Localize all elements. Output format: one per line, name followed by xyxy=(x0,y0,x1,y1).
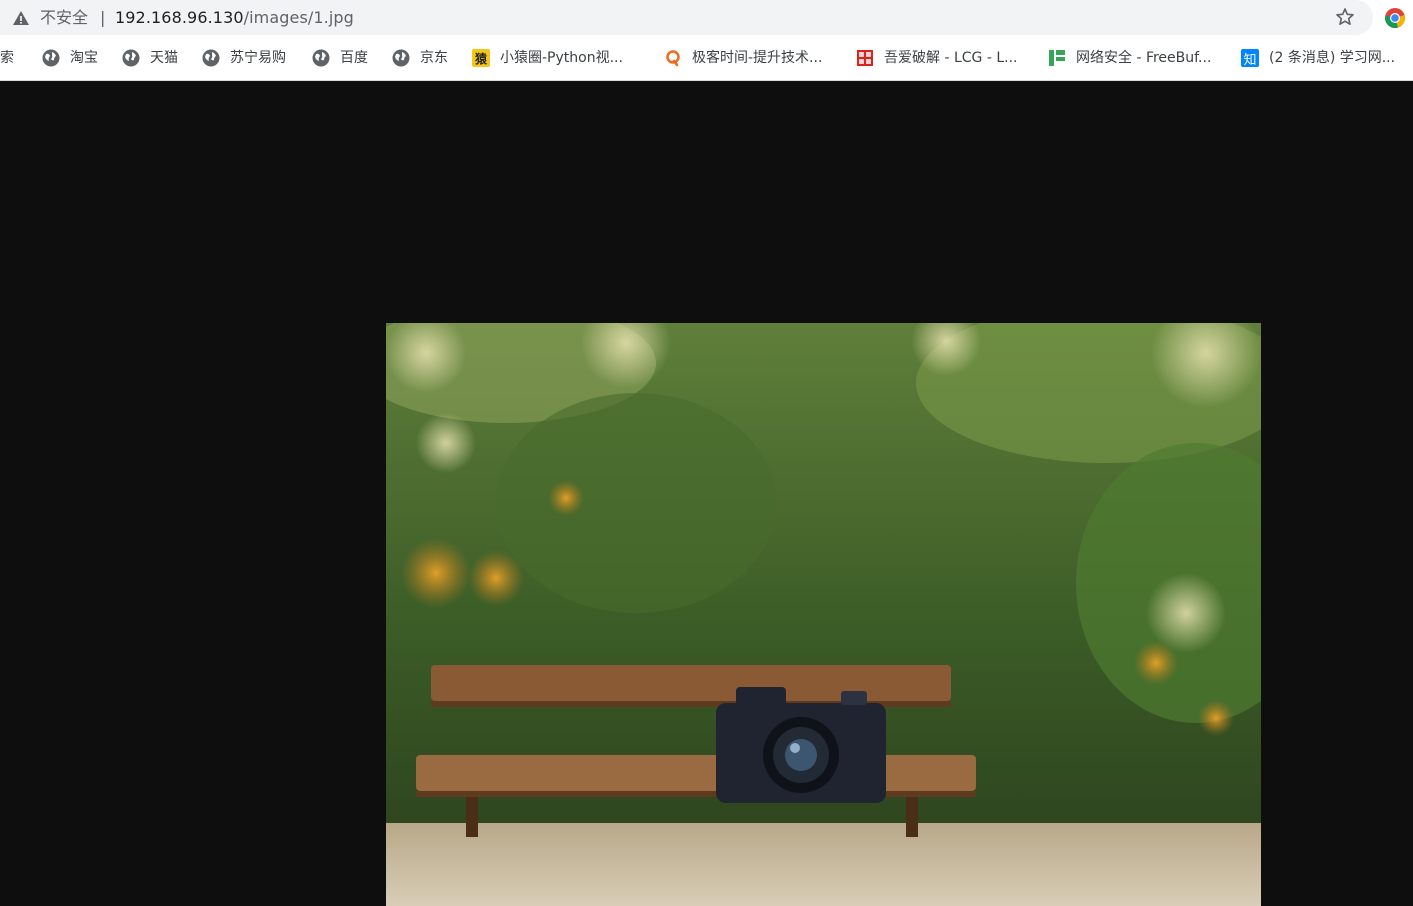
url-host: 192.168.96.130 xyxy=(115,8,244,27)
bookmark-label: 京东 xyxy=(420,50,448,66)
bookmark-label: (2 条消息) 学习网... xyxy=(1269,50,1396,66)
bookmark-label: 极客时间-提升技术... xyxy=(692,50,823,66)
warning-icon[interactable] xyxy=(12,9,30,27)
zhihu-icon: 知 xyxy=(1241,49,1259,68)
chrome-profile-icon[interactable] xyxy=(1384,7,1406,29)
image-viewer xyxy=(0,81,1413,906)
url-divider: | xyxy=(100,8,106,27)
bookmark-taobao[interactable]: 淘宝 xyxy=(42,47,98,69)
bookmark-label: 苏宁易购 xyxy=(230,50,286,66)
globe-icon xyxy=(122,49,140,67)
xiaoyuan-icon: 猿 xyxy=(472,49,490,67)
bookmark-label: 搜索 xyxy=(0,50,14,66)
bookmark-label: 天猫 xyxy=(150,50,178,66)
bookmark-label: 吾爱破解 - LCG - L... xyxy=(884,50,1018,66)
camera-illustration xyxy=(716,687,886,803)
globe-icon xyxy=(312,49,330,67)
bookmark-star-icon[interactable] xyxy=(1335,7,1355,27)
bookmark-label: 网络安全 - FreeBuf... xyxy=(1076,50,1212,66)
security-label[interactable]: 不安全 xyxy=(40,6,88,30)
bookmark-label: 小猿圈-Python视... xyxy=(500,50,623,66)
url-text[interactable]: 192.168.96.130/images/1.jpg xyxy=(115,6,354,30)
zhihu-icon-glyph: 知 xyxy=(1243,52,1257,68)
photo-placeholder xyxy=(386,323,1261,906)
globe-icon xyxy=(392,49,410,67)
bookmark-zhihu[interactable]: 知 (2 条消息) 学习网... xyxy=(1241,47,1395,69)
bookmark-suning[interactable]: 苏宁易购 xyxy=(202,47,286,69)
browser-chrome: 不安全 | 192.168.96.130/images/1.jpg 搜索 淘宝 … xyxy=(0,0,1413,81)
bookmark-tmall[interactable]: 天猫 xyxy=(122,47,178,69)
url-path: /images/1.jpg xyxy=(243,8,354,27)
bookmarks-bar: 搜索 淘宝 天猫 苏宁易购 百度 xyxy=(0,35,1413,81)
xiaoyuan-icon-glyph: 猿 xyxy=(474,51,487,66)
bookmark-geektime[interactable]: 极客时间-提升技术... xyxy=(664,47,822,69)
bookmark-freebuf[interactable]: 网络安全 - FreeBuf... xyxy=(1048,47,1211,69)
bookmark-52pojie[interactable]: 吾爱破解 - LCG - L... xyxy=(856,47,1017,69)
globe-icon xyxy=(202,49,220,67)
address-bar[interactable]: 不安全 | 192.168.96.130/images/1.jpg xyxy=(0,0,1373,35)
geektime-icon xyxy=(664,49,682,67)
displayed-image[interactable] xyxy=(386,323,1261,906)
bookmark-baidu[interactable]: 百度 xyxy=(312,47,368,69)
freebuf-icon xyxy=(1048,49,1066,67)
bookmark-search[interactable]: 搜索 xyxy=(0,47,14,69)
52pojie-icon xyxy=(856,49,874,67)
bookmark-jd[interactable]: 京东 xyxy=(392,47,448,69)
globe-icon xyxy=(42,49,60,67)
bookmark-xiaoyuan[interactable]: 猿 小猿圈-Python视... xyxy=(472,47,623,69)
bookmark-label: 淘宝 xyxy=(70,50,98,66)
bookmark-label: 百度 xyxy=(340,50,368,66)
